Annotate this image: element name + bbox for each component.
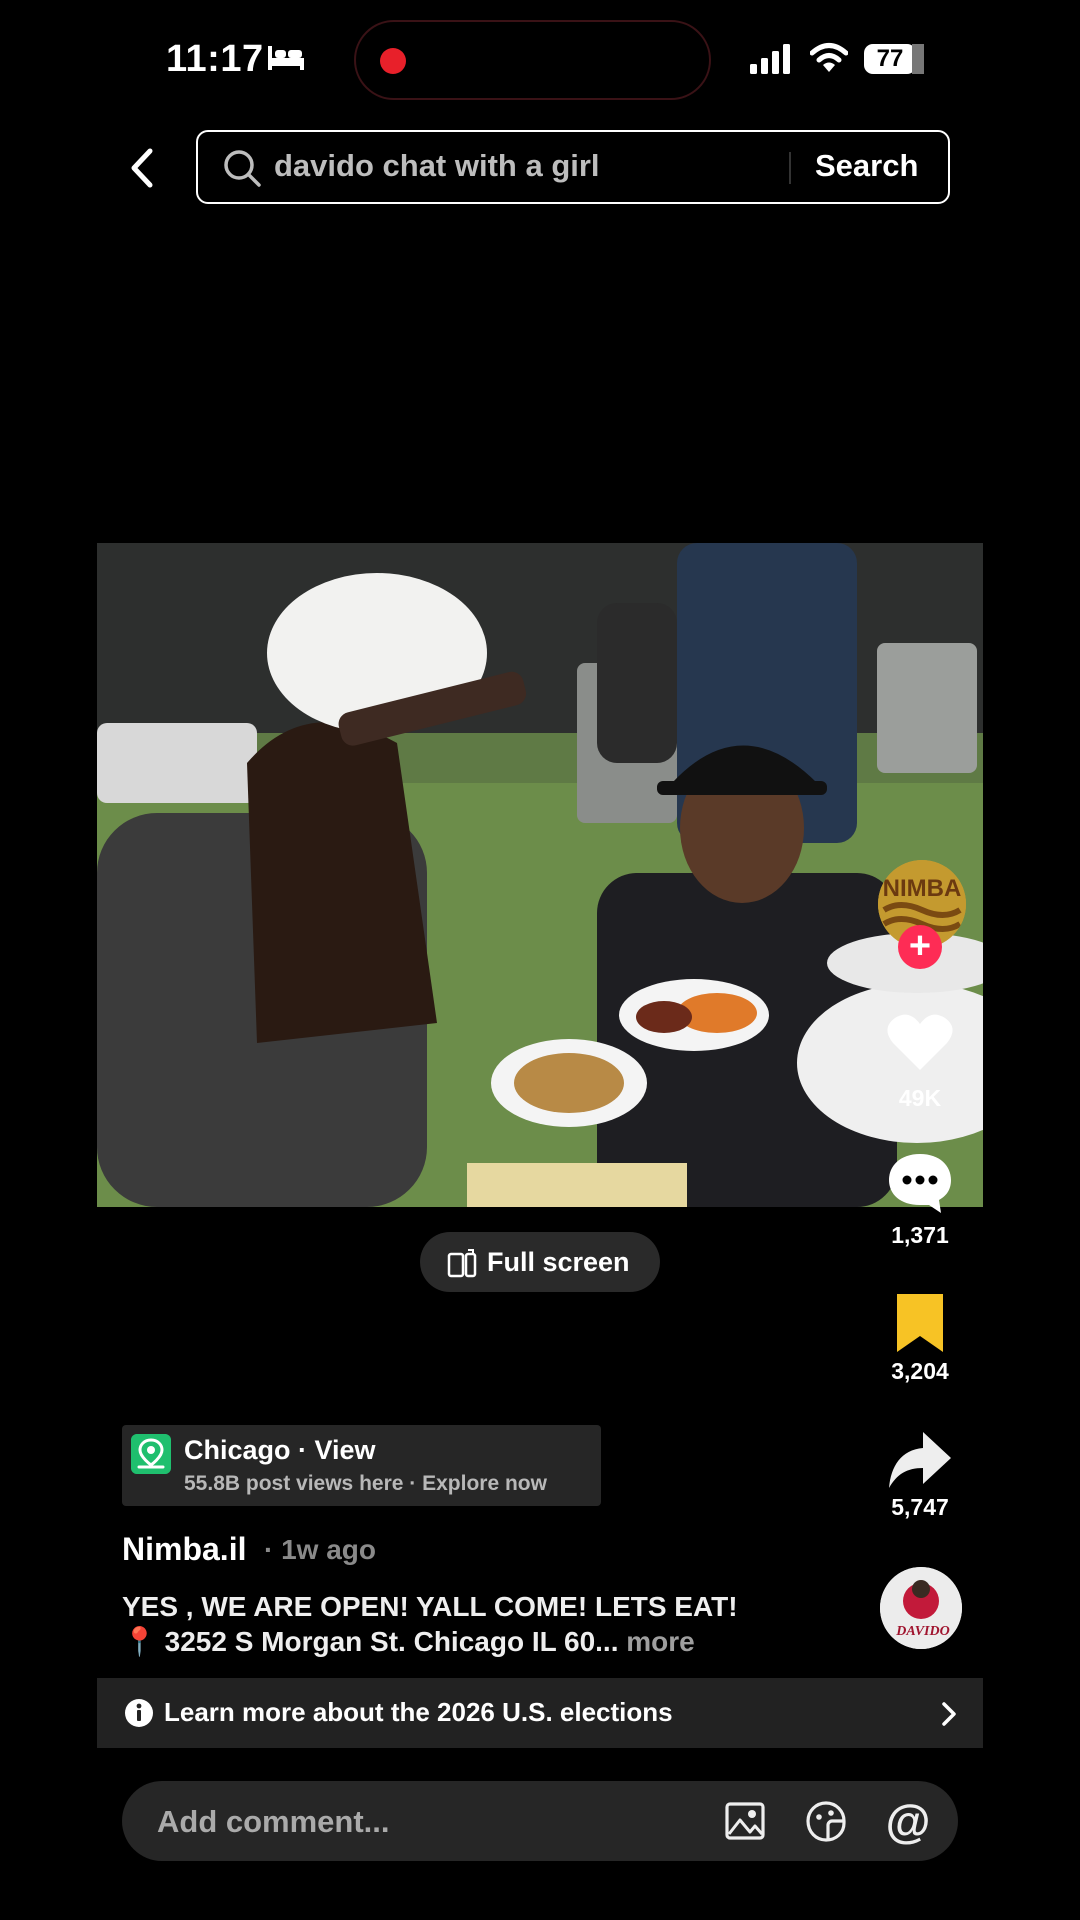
save-count: 3,204 — [891, 1358, 949, 1384]
video-player[interactable] — [97, 543, 983, 1207]
wifi-icon — [810, 43, 848, 72]
follow-button[interactable]: + — [898, 925, 942, 969]
share-icon[interactable] — [885, 1428, 955, 1492]
caption-line-2: 📍 3252 S Morgan St. Chicago IL 60... — [122, 1626, 619, 1657]
info-icon — [125, 1699, 153, 1727]
bed-icon — [268, 46, 304, 70]
search-button[interactable]: Search — [815, 148, 918, 184]
more-link[interactable]: more — [626, 1626, 694, 1657]
comment-input[interactable]: Add comment... — [157, 1804, 390, 1840]
image-icon[interactable] — [724, 1800, 766, 1842]
share-count: 5,747 — [891, 1494, 949, 1520]
heart-icon[interactable] — [885, 1010, 955, 1074]
comment-icon[interactable] — [885, 1150, 955, 1214]
video-frame — [97, 543, 983, 1207]
post-caption[interactable]: YES , WE ARE OPEN! YALL COME! LETS EAT! … — [122, 1589, 882, 1659]
music-disc-text: DAVIDO — [895, 1624, 949, 1639]
caption-line-1: YES , WE ARE OPEN! YALL COME! LETS EAT! — [122, 1591, 738, 1622]
back-button[interactable] — [122, 145, 162, 191]
sticker-icon[interactable] — [804, 1799, 848, 1843]
search-divider — [789, 152, 791, 184]
status-time: 11:17 — [166, 38, 264, 80]
dynamic-island — [354, 20, 711, 100]
search-input[interactable]: davido chat with a girl — [274, 148, 600, 184]
elections-text: Learn more about the 2026 U.S. elections — [164, 1697, 673, 1727]
location-pin-icon — [131, 1434, 171, 1474]
post-time: · 1w ago — [264, 1534, 377, 1565]
chevron-right-icon — [942, 1702, 956, 1726]
full-screen-label: Full screen — [487, 1247, 630, 1277]
full-screen-icon — [447, 1249, 477, 1278]
battery-icon: 77 — [864, 44, 924, 74]
location-subtitle: 55.8B post views here · Explore now — [184, 1472, 547, 1495]
recording-indicator — [380, 48, 406, 74]
signal-icon — [750, 44, 790, 74]
comment-count: 1,371 — [891, 1222, 949, 1248]
creator-logo-text: NIMBA — [883, 875, 962, 902]
mention-icon[interactable]: @ — [884, 1797, 932, 1845]
battery-level: 77 — [876, 45, 904, 72]
search-icon — [224, 150, 261, 187]
author-name[interactable]: Nimba.il — [122, 1531, 246, 1568]
location-title[interactable]: Chicago · View — [184, 1435, 376, 1466]
bookmark-icon[interactable] — [885, 1292, 955, 1356]
music-disc[interactable]: DAVIDO — [880, 1567, 962, 1649]
caption-line-2-wrap: 📍 3252 S Morgan St. Chicago IL 60... mor… — [122, 1624, 882, 1659]
like-count: 49K — [898, 1085, 942, 1111]
